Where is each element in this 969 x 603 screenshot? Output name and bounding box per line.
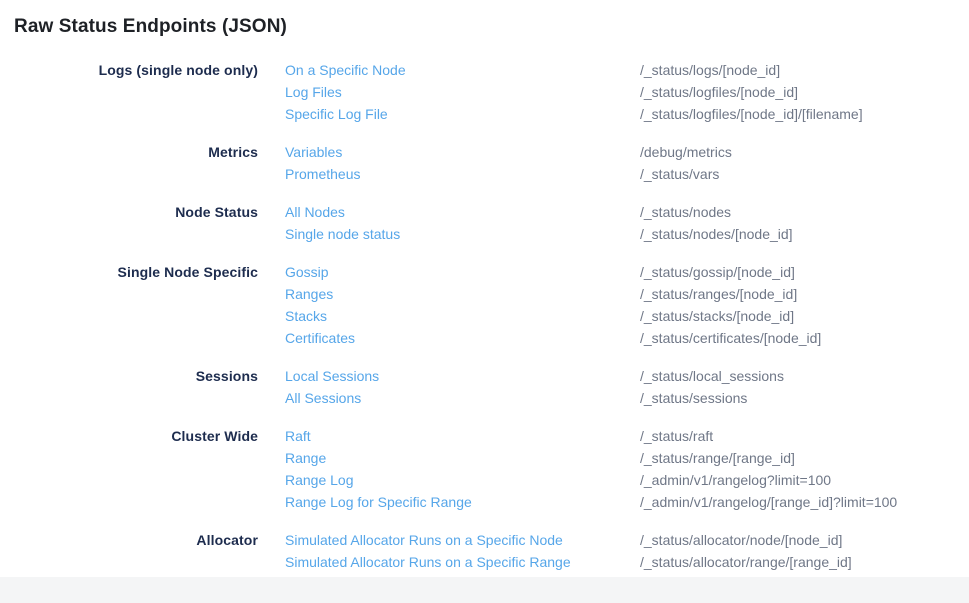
page-title: Raw Status Endpoints (JSON) [0, 0, 969, 38]
footer-strip [0, 577, 969, 603]
endpoint-link[interactable]: Ranges [285, 283, 640, 305]
endpoint-path: /_status/certificates/[node_id] [640, 327, 821, 349]
section-rows: All Nodes /_status/nodes Single node sta… [285, 201, 793, 245]
endpoint-row: Local Sessions /_status/local_sessions [285, 365, 784, 387]
endpoint-link[interactable]: Gossip [285, 261, 640, 283]
endpoint-link[interactable]: Range Log for Specific Range [285, 491, 640, 513]
endpoint-path: /_status/sessions [640, 387, 747, 409]
endpoint-row: Log Files /_status/logfiles/[node_id] [285, 81, 863, 103]
endpoint-row: Variables /debug/metrics [285, 141, 732, 163]
section-label: Allocator [0, 529, 258, 551]
endpoint-section: Single Node Specific Gossip /_status/gos… [0, 261, 969, 349]
section-rows: Variables /debug/metrics Prometheus /_st… [285, 141, 732, 185]
section-rows: On a Specific Node /_status/logs/[node_i… [285, 59, 863, 125]
endpoint-section: Metrics Variables /debug/metrics Prometh… [0, 141, 969, 185]
endpoint-sections: Logs (single node only) On a Specific No… [0, 59, 969, 573]
section-label: Metrics [0, 141, 258, 163]
endpoint-link[interactable]: Certificates [285, 327, 640, 349]
endpoint-section: Logs (single node only) On a Specific No… [0, 59, 969, 125]
endpoint-row: Simulated Allocator Runs on a Specific R… [285, 551, 852, 573]
endpoint-row: Certificates /_status/certificates/[node… [285, 327, 821, 349]
endpoint-path: /_status/raft [640, 425, 713, 447]
endpoint-path: /_status/ranges/[node_id] [640, 283, 797, 305]
endpoint-link[interactable]: Specific Log File [285, 103, 640, 125]
section-label: Single Node Specific [0, 261, 258, 283]
endpoint-row: Raft /_status/raft [285, 425, 897, 447]
endpoint-row: Single node status /_status/nodes/[node_… [285, 223, 793, 245]
endpoint-row: Range /_status/range/[range_id] [285, 447, 897, 469]
endpoint-row: Range Log for Specific Range /_admin/v1/… [285, 491, 897, 513]
section-rows: Gossip /_status/gossip/[node_id] Ranges … [285, 261, 821, 349]
endpoint-path: /debug/metrics [640, 141, 732, 163]
endpoint-section: Sessions Local Sessions /_status/local_s… [0, 365, 969, 409]
endpoint-link[interactable]: All Sessions [285, 387, 640, 409]
endpoint-link[interactable]: Simulated Allocator Runs on a Specific R… [285, 551, 640, 573]
endpoint-path: /_admin/v1/rangelog?limit=100 [640, 469, 831, 491]
endpoint-path: /_status/stacks/[node_id] [640, 305, 794, 327]
endpoint-path: /_status/local_sessions [640, 365, 784, 387]
endpoint-path: /_status/nodes [640, 201, 731, 223]
endpoint-row: On a Specific Node /_status/logs/[node_i… [285, 59, 863, 81]
endpoint-path: /_admin/v1/rangelog/[range_id]?limit=100 [640, 491, 897, 513]
endpoint-section: Cluster Wide Raft /_status/raft Range /_… [0, 425, 969, 513]
endpoint-row: Prometheus /_status/vars [285, 163, 732, 185]
endpoint-link[interactable]: Raft [285, 425, 640, 447]
endpoint-link[interactable]: Simulated Allocator Runs on a Specific N… [285, 529, 640, 551]
section-label: Sessions [0, 365, 258, 387]
section-label: Node Status [0, 201, 258, 223]
endpoint-row: Range Log /_admin/v1/rangelog?limit=100 [285, 469, 897, 491]
endpoint-row: Stacks /_status/stacks/[node_id] [285, 305, 821, 327]
raw-status-endpoints-page: Raw Status Endpoints (JSON) Logs (single… [0, 0, 969, 603]
endpoint-path: /_status/logfiles/[node_id] [640, 81, 798, 103]
endpoint-path: /_status/vars [640, 163, 719, 185]
endpoint-row: All Nodes /_status/nodes [285, 201, 793, 223]
endpoint-link[interactable]: Log Files [285, 81, 640, 103]
endpoint-link[interactable]: Range [285, 447, 640, 469]
endpoint-path: /_status/logfiles/[node_id]/[filename] [640, 103, 863, 125]
endpoint-link[interactable]: Single node status [285, 223, 640, 245]
endpoint-row: Gossip /_status/gossip/[node_id] [285, 261, 821, 283]
section-rows: Raft /_status/raft Range /_status/range/… [285, 425, 897, 513]
endpoint-link[interactable]: All Nodes [285, 201, 640, 223]
endpoint-link[interactable]: Stacks [285, 305, 640, 327]
endpoint-path: /_status/allocator/node/[node_id] [640, 529, 842, 551]
endpoint-link[interactable]: Local Sessions [285, 365, 640, 387]
endpoint-link[interactable]: Variables [285, 141, 640, 163]
endpoint-row: Specific Log File /_status/logfiles/[nod… [285, 103, 863, 125]
endpoint-path: /_status/nodes/[node_id] [640, 223, 793, 245]
endpoint-link[interactable]: On a Specific Node [285, 59, 640, 81]
endpoint-section: Allocator Simulated Allocator Runs on a … [0, 529, 969, 573]
section-label: Logs (single node only) [0, 59, 258, 81]
endpoint-path: /_status/logs/[node_id] [640, 59, 780, 81]
endpoint-row: Simulated Allocator Runs on a Specific N… [285, 529, 852, 551]
section-label: Cluster Wide [0, 425, 258, 447]
endpoint-row: Ranges /_status/ranges/[node_id] [285, 283, 821, 305]
endpoint-link[interactable]: Prometheus [285, 163, 640, 185]
endpoint-section: Node Status All Nodes /_status/nodes Sin… [0, 201, 969, 245]
endpoint-path: /_status/gossip/[node_id] [640, 261, 795, 283]
section-rows: Local Sessions /_status/local_sessions A… [285, 365, 784, 409]
endpoint-path: /_status/allocator/range/[range_id] [640, 551, 852, 573]
endpoint-row: All Sessions /_status/sessions [285, 387, 784, 409]
section-rows: Simulated Allocator Runs on a Specific N… [285, 529, 852, 573]
endpoint-path: /_status/range/[range_id] [640, 447, 795, 469]
endpoint-link[interactable]: Range Log [285, 469, 640, 491]
